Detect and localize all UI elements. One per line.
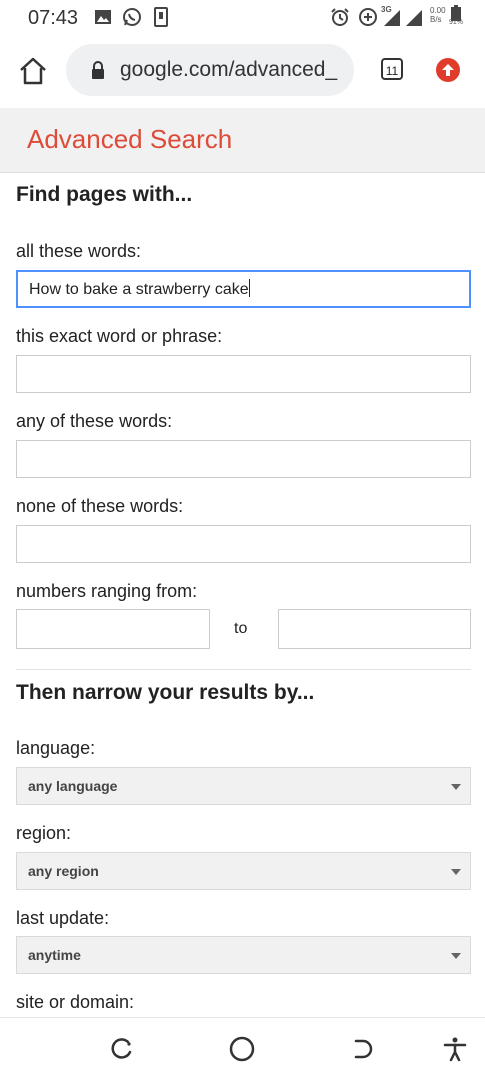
dropdown-arrow-icon	[451, 953, 461, 959]
region-select[interactable]: any region	[16, 852, 471, 890]
all-words-input[interactable]: How to bake a strawberry cake	[16, 270, 471, 308]
network-speed-unit: B/s	[430, 15, 442, 24]
recents-icon[interactable]	[108, 1036, 134, 1062]
language-value: any language	[28, 778, 118, 794]
status-bar: 07:43 3G 0.00 B/s 91%	[0, 0, 485, 36]
language-label: language:	[16, 738, 96, 758]
page-header: Advanced Search	[0, 108, 485, 173]
last-update-value: anytime	[28, 947, 81, 963]
last-update-select[interactable]: anytime	[16, 936, 471, 974]
data-saver-icon	[359, 8, 377, 26]
all-words-value: How to bake a strawberry cake	[29, 281, 249, 298]
last-update-label: last update:	[16, 908, 110, 928]
site-domain-label: site or domain:	[16, 992, 135, 1012]
phone-icon	[154, 7, 168, 27]
network-speed-value: 0.00	[430, 6, 446, 15]
home-icon[interactable]	[18, 56, 48, 86]
home-circle-icon[interactable]	[229, 1036, 255, 1062]
whatsapp-icon	[123, 8, 141, 26]
narrow-results-heading: Then narrow your results by...	[16, 681, 315, 704]
url-text[interactable]: google.com/advanced_	[120, 58, 337, 82]
region-value: any region	[28, 863, 99, 879]
any-words-input[interactable]	[16, 440, 471, 478]
find-pages-heading: Find pages with...	[16, 183, 193, 206]
page-title: Advanced Search	[27, 124, 233, 154]
text-cursor	[248, 279, 250, 297]
signal-icon	[384, 10, 422, 26]
image-icon	[95, 10, 111, 24]
accessibility-icon[interactable]	[442, 1036, 468, 1062]
none-words-input[interactable]	[16, 525, 471, 563]
lock-icon	[92, 61, 104, 79]
exact-phrase-label: this exact word or phrase:	[16, 326, 223, 346]
exact-phrase-input[interactable]	[16, 355, 471, 393]
dropdown-arrow-icon	[451, 784, 461, 790]
numbers-range-label: numbers ranging from:	[16, 581, 198, 601]
none-words-label: none of these words:	[16, 496, 184, 516]
battery-level: 91%	[449, 19, 464, 26]
tabs-icon[interactable]: 11	[381, 58, 403, 80]
any-words-label: any of these words:	[16, 411, 173, 431]
numbers-from-input[interactable]	[16, 609, 210, 649]
status-time: 07:43	[28, 7, 79, 29]
alarm-icon	[331, 8, 349, 26]
all-words-label: all these words:	[16, 241, 142, 261]
system-nav-bar	[0, 1017, 485, 1081]
address-bar[interactable]: google.com/advanced_	[66, 44, 354, 96]
numbers-to-input[interactable]	[278, 609, 471, 649]
section-divider	[16, 669, 471, 670]
region-label: region:	[16, 823, 72, 843]
numbers-to-label: to	[234, 620, 248, 637]
back-icon[interactable]	[350, 1036, 376, 1062]
language-select[interactable]: any language	[16, 767, 471, 805]
update-icon[interactable]	[436, 58, 460, 82]
browser-toolbar: google.com/advanced_ 11	[0, 36, 485, 109]
dropdown-arrow-icon	[451, 869, 461, 875]
